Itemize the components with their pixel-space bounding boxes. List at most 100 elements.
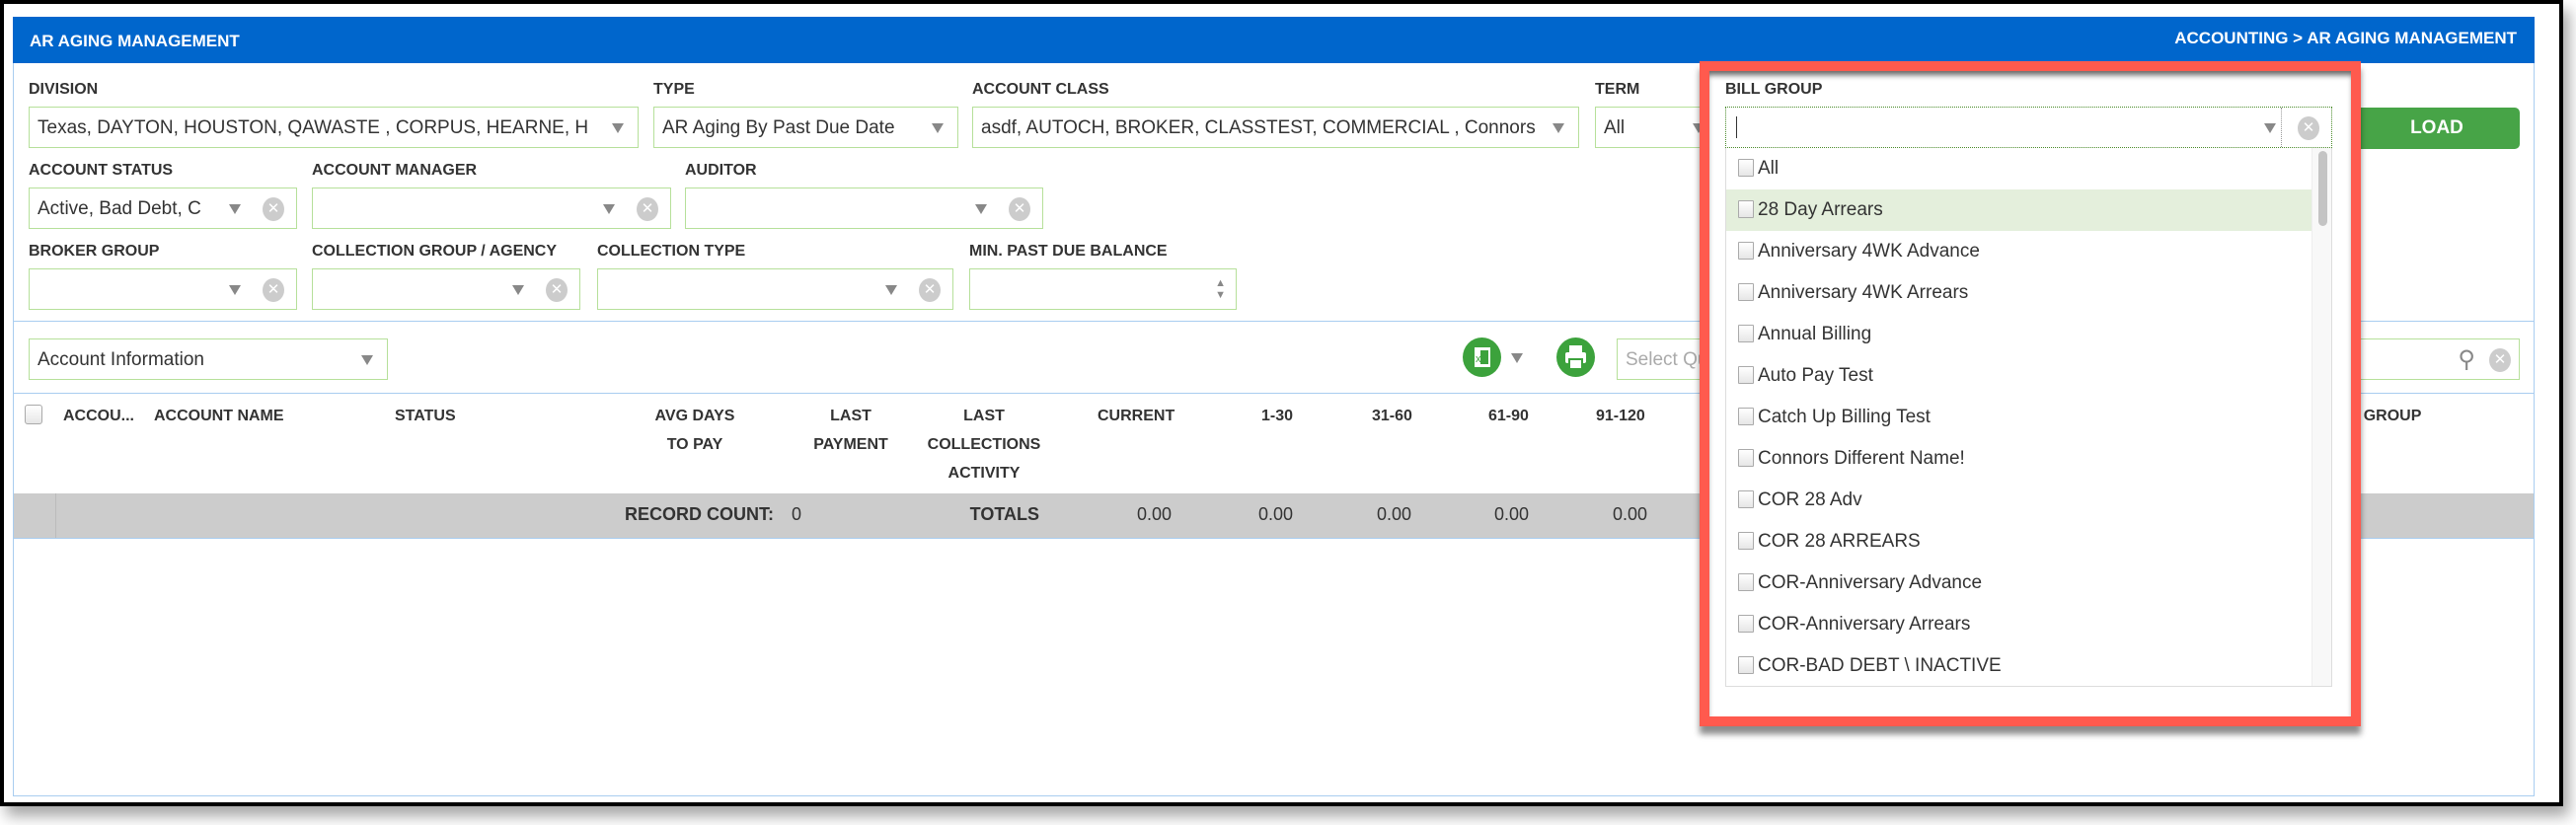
option-checkbox[interactable]	[1738, 366, 1754, 384]
total-91-120: 0.00	[1612, 504, 1647, 524]
bill-group-option[interactable]: Auto Pay Test	[1726, 355, 2331, 397]
column-header-status[interactable]: STATUS	[395, 402, 456, 430]
column-header-account-name[interactable]: ACCOUNT NAME	[154, 402, 284, 430]
bill-group-option[interactable]: 28 Day Arrears	[1726, 189, 2331, 231]
column-header-31-60[interactable]: 31-60	[1372, 402, 1412, 430]
column-header-avg-days[interactable]: AVG DAYS TO PAY	[636, 402, 754, 459]
bill-group-options-list[interactable]: All 28 Day Arrears Anniversary 4WK Advance…	[1725, 148, 2332, 687]
type-select[interactable]: AR Aging By Past Due Date	[653, 107, 958, 148]
term-select[interactable]: All	[1595, 107, 1713, 148]
bill-group-option[interactable]: COR-Anniversary Arrears	[1726, 604, 2331, 645]
chevron-down-icon	[932, 123, 944, 133]
option-checkbox[interactable]	[1738, 408, 1754, 425]
column-header-account[interactable]: ACCOU...	[63, 402, 134, 430]
account-manager-label: ACCOUNT MANAGER	[312, 162, 478, 179]
option-label: Connors Different Name!	[1758, 448, 1965, 469]
type-label: TYPE	[653, 81, 695, 98]
division-label: DIVISION	[29, 81, 99, 98]
chevron-down-icon	[361, 355, 373, 365]
clear-icon[interactable]: ✕	[546, 278, 568, 302]
chevron-down-icon[interactable]	[2264, 123, 2276, 133]
print-button[interactable]	[1556, 338, 1595, 377]
auditor-select[interactable]: ✕	[685, 188, 1043, 229]
view-select[interactable]: Account Information	[29, 338, 388, 380]
column-header-61-90[interactable]: 61-90	[1488, 402, 1529, 430]
bill-group-option[interactable]: Anniversary 4WK Advance	[1726, 231, 2331, 272]
min-past-due-label: MIN. PAST DUE BALANCE	[969, 243, 1168, 260]
load-button[interactable]: LOAD	[2354, 108, 2520, 149]
column-header-current[interactable]: CURRENT	[1098, 402, 1174, 430]
select-all-checkbox[interactable]	[25, 405, 42, 424]
option-label: COR 28 ARREARS	[1758, 531, 1921, 552]
text-cursor	[1736, 116, 1737, 138]
page-title: AR AGING MANAGEMENT	[30, 32, 240, 50]
breadcrumb[interactable]: ACCOUNTING > AR AGING MANAGEMENT	[2174, 29, 2517, 48]
bill-group-option[interactable]: COR 28 Adv	[1726, 480, 2331, 521]
search-icon[interactable]: ⚲	[2458, 345, 2475, 374]
excel-export-button[interactable]: x	[1463, 338, 1501, 377]
total-61-90: 0.00	[1493, 504, 1529, 524]
division-select[interactable]: Texas, DAYTON, HOUSTON, QAWASTE , CORPUS…	[29, 107, 639, 148]
clear-icon[interactable]: ✕	[637, 197, 658, 221]
chevron-down-icon	[229, 285, 241, 295]
division-value: Texas, DAYTON, HOUSTON, QAWASTE , CORPUS…	[38, 117, 589, 138]
bill-group-option[interactable]: Anniversary 4WK Arrears	[1726, 272, 2331, 314]
clear-icon[interactable]: ✕	[1009, 197, 1030, 221]
clear-icon[interactable]: ✕	[263, 278, 284, 302]
column-header-91-120[interactable]: 91-120	[1596, 402, 1645, 430]
clear-icon[interactable]: ✕	[263, 197, 284, 221]
option-checkbox[interactable]	[1738, 449, 1754, 467]
option-checkbox[interactable]	[1738, 615, 1754, 633]
column-header-last-payment[interactable]: LAST PAYMENT	[792, 402, 910, 459]
auditor-label: AUDITOR	[685, 162, 757, 179]
option-checkbox[interactable]	[1738, 490, 1754, 508]
option-checkbox[interactable]	[1738, 200, 1754, 218]
account-class-select[interactable]: asdf, AUTOCH, BROKER, CLASSTEST, COMMERC…	[972, 107, 1579, 148]
page-header: AR AGING MANAGEMENT ACCOUNTING > AR AGIN…	[13, 17, 2535, 63]
bill-group-option[interactable]: Catch Up Billing Test	[1726, 397, 2331, 438]
option-checkbox[interactable]	[1738, 656, 1754, 674]
bill-group-option[interactable]: Annual Billing	[1726, 314, 2331, 355]
total-current: 0.00	[1136, 504, 1172, 524]
svg-text:x: x	[1476, 353, 1481, 365]
account-status-select[interactable]: Active, Bad Debt, C ✕	[29, 188, 297, 229]
bill-group-option[interactable]: COR 28 ARREARS	[1726, 521, 2331, 562]
scrollbar-thumb[interactable]	[2318, 151, 2327, 226]
bill-group-option[interactable]: All	[1726, 148, 2331, 189]
clear-icon[interactable]: ✕	[2298, 116, 2319, 140]
collection-group-select[interactable]: ✕	[312, 268, 580, 310]
account-manager-select[interactable]: ✕	[312, 188, 671, 229]
bill-group-option[interactable]: Connors Different Name!	[1726, 438, 2331, 480]
clear-icon[interactable]: ✕	[919, 278, 941, 302]
option-checkbox[interactable]	[1738, 573, 1754, 591]
column-header-last-collections[interactable]: LAST COLLECTIONS ACTIVITY	[915, 402, 1053, 488]
broker-group-label: BROKER GROUP	[29, 243, 160, 260]
term-value: All	[1604, 117, 1626, 138]
chevron-down-icon	[885, 285, 897, 295]
bill-group-option[interactable]: COR-BAD DEBT \ INACTIVE	[1726, 645, 2331, 686]
view-value: Account Information	[38, 349, 204, 370]
collection-group-label: COLLECTION GROUP / AGENCY	[312, 243, 558, 260]
column-header-1-30[interactable]: 1-30	[1261, 402, 1293, 430]
collection-type-select[interactable]: ✕	[597, 268, 953, 310]
option-label: Auto Pay Test	[1758, 365, 1873, 386]
excel-options-chevron-icon[interactable]	[1511, 353, 1523, 363]
type-value: AR Aging By Past Due Date	[662, 117, 895, 138]
clear-icon[interactable]: ✕	[2489, 348, 2511, 372]
min-past-due-input[interactable]: ▲ ▼	[969, 268, 1237, 310]
bill-group-input[interactable]: ✕	[1725, 107, 2332, 148]
spinner-icon[interactable]: ▲ ▼	[1215, 277, 1226, 301]
account-status-value: Active, Bad Debt, C	[38, 198, 201, 219]
option-checkbox[interactable]	[1738, 283, 1754, 301]
option-checkbox[interactable]	[1738, 159, 1754, 177]
account-class-label: ACCOUNT CLASS	[972, 81, 1109, 98]
option-checkbox[interactable]	[1738, 242, 1754, 260]
broker-group-select[interactable]: ✕	[29, 268, 297, 310]
scrollbar[interactable]	[2311, 148, 2331, 686]
option-label: Catch Up Billing Test	[1758, 407, 1931, 427]
option-checkbox[interactable]	[1738, 532, 1754, 550]
chevron-down-icon	[1553, 123, 1564, 133]
option-checkbox[interactable]	[1738, 325, 1754, 342]
totals-label: TOTALS	[969, 504, 1039, 524]
bill-group-option[interactable]: COR-Anniversary Advance	[1726, 562, 2331, 604]
